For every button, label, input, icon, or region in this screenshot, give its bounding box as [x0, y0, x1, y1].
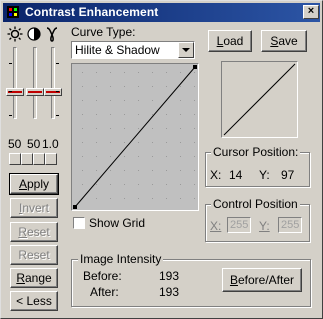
cursor-y-label: Y:: [259, 168, 270, 182]
close-button[interactable]: ×: [303, 5, 319, 19]
curve-plot[interactable]: [72, 64, 198, 210]
cursor-position-title: Cursor Position:: [211, 145, 301, 159]
control-y-label: Y:: [259, 219, 270, 233]
cursor-x-value: 14: [229, 168, 243, 182]
preset-button-3[interactable]: [33, 153, 45, 165]
show-grid-checkbox[interactable]: [73, 217, 85, 229]
title-bar[interactable]: Contrast Enhancement ×: [3, 3, 320, 22]
chevron-down-icon: [182, 48, 190, 52]
gamma-icon: [46, 27, 58, 42]
invert-button[interactable]: Invert: [10, 198, 58, 218]
reset-label: Reset: [18, 225, 50, 239]
curve-type-label: Curve Type:: [71, 25, 136, 39]
reset-button[interactable]: Reset: [10, 222, 58, 242]
grid-dots: [82, 72, 195, 199]
window-title: Contrast Enhancement: [25, 5, 159, 19]
slider-tick: [56, 63, 59, 64]
after-value: 193: [159, 285, 180, 299]
apply-label: Apply: [18, 177, 50, 191]
control-x-value: 255: [230, 219, 249, 231]
curve-preview-plot: [223, 63, 296, 136]
reset-all-button[interactable]: Reset All: [10, 245, 58, 280]
contrast-icon: [27, 27, 41, 41]
brightness-slider-track[interactable]: [13, 47, 17, 119]
brightness-slider-thumb[interactable]: [6, 88, 24, 96]
slider-tick: [56, 115, 59, 116]
contrast-slider-thumb[interactable]: [26, 88, 44, 96]
slider-tick: [9, 63, 12, 64]
curve-preview: [221, 61, 298, 138]
control-point-low[interactable]: [73, 205, 77, 209]
range-button[interactable]: Range: [10, 268, 58, 288]
preset-button-2[interactable]: [21, 153, 33, 165]
apply-button[interactable]: Apply: [9, 173, 59, 195]
before-label: Before:: [83, 269, 122, 283]
dropdown-button[interactable]: [178, 42, 194, 58]
before-value: 193: [159, 269, 180, 283]
control-x-field[interactable]: 255: [227, 217, 251, 233]
curve-type-select[interactable]: Hilite & Shadow: [71, 41, 195, 59]
control-y-value: 255: [281, 219, 300, 231]
control-point-high[interactable]: [193, 65, 197, 69]
cursor-x-label: X:: [210, 168, 222, 182]
slider-tick: [9, 91, 12, 92]
before-after-label: Before/After: [229, 273, 295, 287]
gamma-value: 1.0: [42, 137, 59, 151]
gamma-slider-thumb[interactable]: [44, 88, 62, 96]
preview-line: [223, 63, 296, 136]
app-icon: [7, 6, 19, 18]
less-label: < Less: [16, 294, 52, 308]
preset-button-1[interactable]: [9, 153, 21, 165]
contrast-slider-track[interactable]: [33, 47, 37, 119]
slider-tick: [9, 115, 12, 116]
curve-editor[interactable]: [71, 63, 199, 211]
control-position-title: Control Position: [211, 197, 300, 211]
control-x-label: X:: [210, 219, 222, 233]
show-grid-label[interactable]: Show Grid: [89, 216, 145, 230]
preset-button-4[interactable]: [45, 153, 57, 165]
less-button[interactable]: < Less: [10, 291, 58, 311]
sun-icon: [7, 26, 23, 42]
save-label: Save: [270, 34, 298, 48]
before-after-button[interactable]: Before/After: [222, 268, 302, 292]
save-button[interactable]: Save: [261, 30, 307, 52]
invert-label: Invert: [18, 201, 50, 215]
image-intensity-title: Image Intensity: [78, 252, 164, 266]
range-label: Range: [16, 271, 52, 285]
slider-tick: [56, 91, 59, 92]
gamma-slider-track[interactable]: [51, 47, 55, 119]
control-y-field[interactable]: 255: [278, 217, 302, 233]
curve-type-value: Hilite & Shadow: [75, 43, 160, 57]
contrast-enhancement-window: Contrast Enhancement × 50 50 1.0 Apply I…: [0, 0, 323, 319]
after-label: After:: [90, 285, 119, 299]
load-button[interactable]: Load: [208, 30, 252, 52]
close-icon: ×: [307, 5, 315, 17]
curve-line: [74, 66, 196, 208]
brightness-value: 50: [8, 137, 22, 151]
cursor-y-value: 97: [281, 168, 295, 182]
contrast-value: 50: [27, 137, 41, 151]
load-label: Load: [216, 34, 244, 48]
